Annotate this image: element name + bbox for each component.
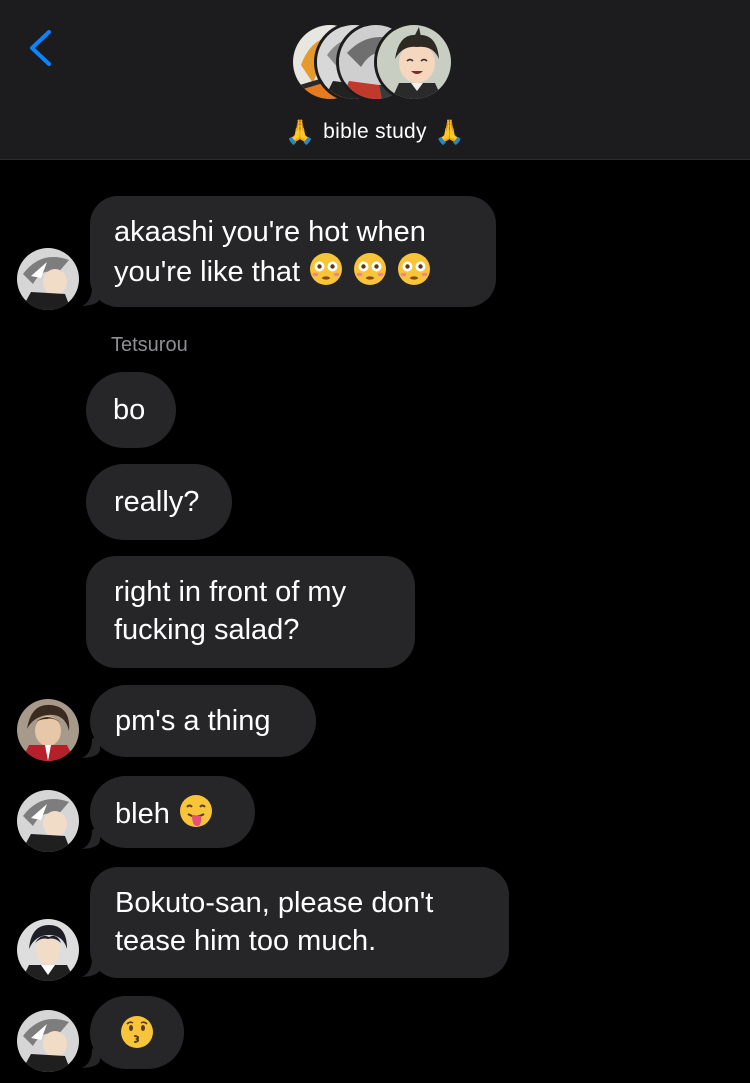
message-bubble[interactable]: bo (86, 372, 176, 448)
message-bubble[interactable]: bleh (90, 776, 255, 848)
bokuto-avatar[interactable] (17, 790, 79, 852)
imessage-screen: 🙏 bible study 🙏 akaashi you're hot when yo… (0, 0, 750, 1083)
kissing-face-emoji (119, 1014, 155, 1060)
back-button[interactable] (22, 26, 62, 70)
message-text: right in front of my fucking salad? (114, 576, 347, 646)
flushed-face-emoji (308, 251, 344, 297)
message-bubble[interactable]: really? (86, 464, 232, 540)
bokuto-avatar[interactable] (17, 248, 79, 310)
tongue-face-emoji (178, 793, 214, 839)
message-bubble[interactable]: Bokuto-san, please don't tease him too m… (90, 867, 509, 978)
message-bubble[interactable]: pm's a thing (90, 685, 316, 757)
kuroo-avatar[interactable] (17, 699, 79, 761)
group-avatar-stack[interactable] (290, 22, 460, 108)
flushed-face-emoji (352, 251, 388, 297)
group-name-text: bible study (323, 120, 427, 143)
message-bubble[interactable] (90, 996, 184, 1069)
akaashi-avatar[interactable] (17, 919, 79, 981)
folded-hands-icon: 🙏 (434, 119, 466, 146)
message-bubble[interactable]: right in front of my fucking salad? (86, 556, 415, 668)
group-title[interactable]: 🙏 bible study 🙏 (0, 118, 750, 147)
message-text: really? (114, 486, 200, 518)
bokuto-avatar[interactable] (17, 1010, 79, 1072)
message-text: bleh (115, 798, 170, 830)
flushed-face-emoji (396, 251, 432, 297)
message-bubble[interactable]: akaashi you're hot when you're like that (90, 196, 496, 307)
message-text: pm's a thing (115, 705, 271, 737)
sender-name: Tetsurou (111, 334, 188, 356)
message-text: bo (113, 394, 146, 426)
folded-hands-icon: 🙏 (284, 119, 316, 146)
chat-header: 🙏 bible study 🙏 (0, 0, 750, 160)
group-member-avatar (374, 22, 454, 102)
message-text: Bokuto-san, please don't tease him too m… (115, 887, 434, 957)
chevron-left-icon (30, 30, 51, 66)
